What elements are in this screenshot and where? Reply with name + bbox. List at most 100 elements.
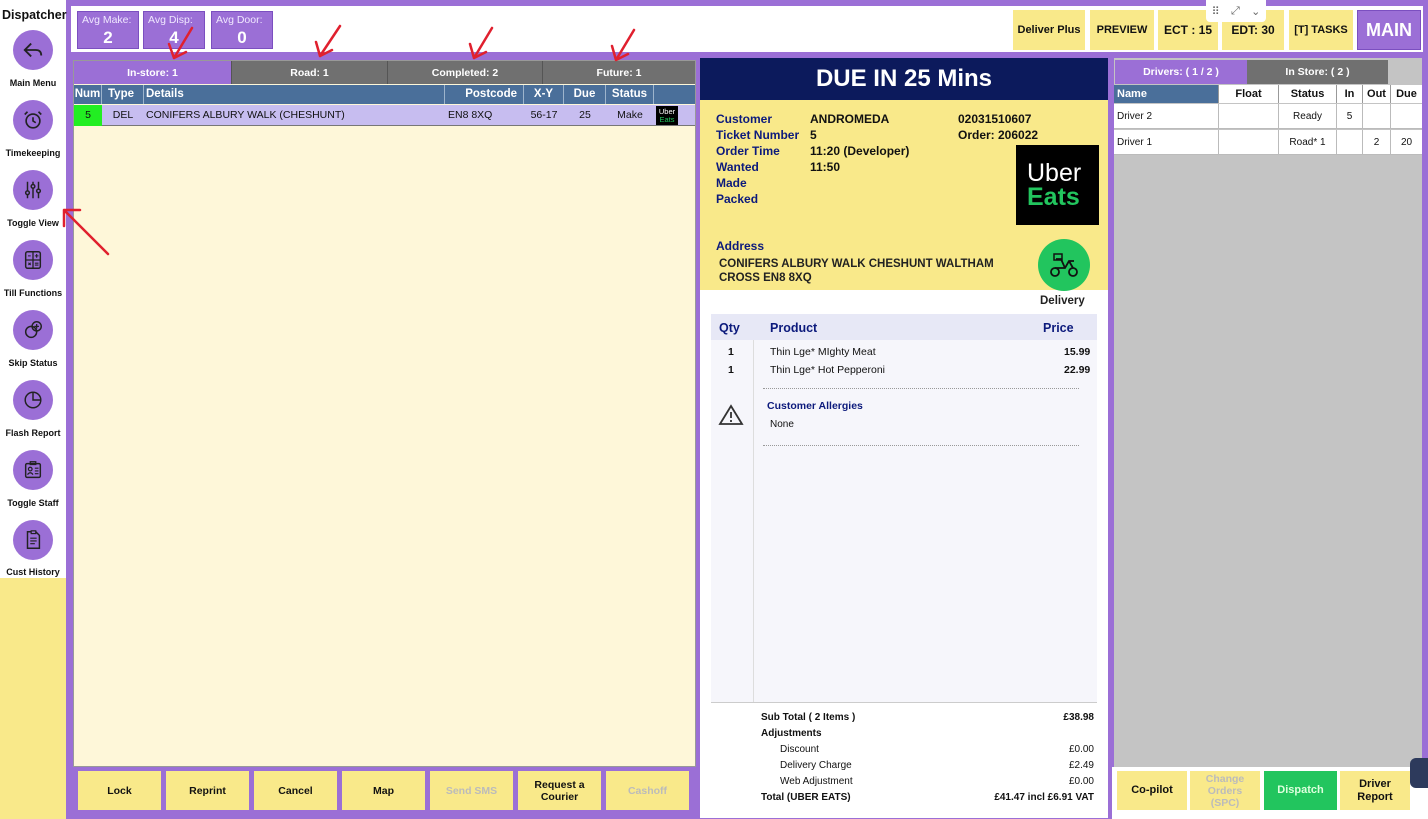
- delivery-label: Delivery: [1040, 295, 1085, 307]
- main-menu-label: Main Menu: [9, 78, 57, 88]
- tab-future[interactable]: Future: 1: [542, 61, 695, 84]
- main-menu-button[interactable]: [13, 30, 53, 70]
- reprint-button[interactable]: Reprint: [166, 771, 249, 810]
- order-totals: Sub Total ( 2 Items ) £38.98 Adjustments…: [711, 702, 1097, 812]
- copilot-button[interactable]: Co-pilot: [1117, 771, 1187, 810]
- cashoff-button[interactable]: Cashoff: [606, 771, 689, 810]
- sliders-icon: [24, 181, 42, 199]
- drivers-panel: Drivers: ( 1 / 2 ) In Store: ( 2 ) Name …: [1114, 58, 1422, 767]
- table-row[interactable]: 5 DEL CONIFERS ALBURY WALK (CHESHUNT) EN…: [74, 105, 695, 126]
- preview-button[interactable]: PREVIEW: [1090, 10, 1154, 50]
- till-functions-label: Till Functions: [3, 288, 63, 298]
- col-float[interactable]: Float: [1218, 85, 1278, 103]
- chevron-down-icon[interactable]: ⌄: [1251, 5, 1260, 18]
- qty-header: Qty: [719, 321, 740, 335]
- avg-make-value: 2: [103, 28, 113, 47]
- driver-report-button[interactable]: Driver Report: [1340, 771, 1410, 810]
- discount-value: £0.00: [1068, 744, 1094, 755]
- till-functions-button[interactable]: [13, 240, 53, 280]
- delivery-badge: [1038, 239, 1090, 291]
- order-details: CONIFERS ALBURY WALK (CHESHUNT): [146, 109, 345, 121]
- driver-report-line2: Report: [1357, 790, 1393, 803]
- delivery-charge-label: Delivery Charge: [780, 760, 852, 771]
- pie-chart-icon: [24, 391, 42, 409]
- tab-in-store-drivers[interactable]: In Store: ( 2 ): [1247, 60, 1388, 84]
- window-controls: ⠿ ⤢ ⌄: [1206, 0, 1266, 22]
- drag-handle-icon[interactable]: ⠿: [1212, 5, 1220, 18]
- dispatch-button[interactable]: Dispatch: [1264, 771, 1337, 810]
- col-due[interactable]: Due: [564, 85, 606, 104]
- change-orders-line1: Change: [1205, 772, 1245, 785]
- item-qty: 1: [728, 364, 734, 376]
- col-num[interactable]: Num: [74, 85, 102, 104]
- address-label: Address: [716, 239, 765, 253]
- toggle-staff-label: Toggle Staff: [7, 498, 59, 508]
- change-orders-line3: (SPC): [1210, 796, 1240, 809]
- driver-row[interactable]: Driver 1 Road* 1 2 20: [1114, 130, 1422, 155]
- uber-logo-text: Uber: [1027, 159, 1082, 187]
- tab-drivers[interactable]: Drivers: ( 1 / 2 ): [1115, 60, 1247, 84]
- cust-history-button[interactable]: [13, 520, 53, 560]
- product-header-label: Product: [770, 321, 818, 335]
- avg-disp-label: Avg Disp:: [148, 14, 193, 26]
- product-list: Qty Product Price 1 Thin Lge* MIghty Mea…: [711, 314, 1097, 704]
- order-due: 25: [579, 109, 591, 121]
- toggle-view-button[interactable]: [13, 170, 53, 210]
- driver-name: Driver 2: [1117, 111, 1153, 122]
- allergies-label: Customer Allergies: [767, 400, 863, 412]
- subtotal-value: £38.98: [1063, 712, 1094, 723]
- request-courier-button[interactable]: Request a Courier: [518, 771, 601, 810]
- col-out[interactable]: Out: [1362, 85, 1390, 103]
- col-status[interactable]: Status: [606, 85, 654, 104]
- map-button[interactable]: Map: [342, 771, 425, 810]
- order-num: 5: [74, 105, 102, 126]
- col-name[interactable]: Name: [1114, 85, 1218, 103]
- col-in[interactable]: In: [1336, 85, 1362, 103]
- lock-button[interactable]: Lock: [78, 771, 161, 810]
- cust-history-label: Cust History: [6, 567, 60, 577]
- subtotal-label: Sub Total ( 2 Items ): [761, 712, 856, 723]
- cancel-button[interactable]: Cancel: [254, 771, 337, 810]
- side-drawer-handle[interactable]: [1410, 758, 1428, 788]
- tasks-button[interactable]: [T] TASKS: [1289, 10, 1353, 50]
- col-driver-due[interactable]: Due: [1390, 85, 1422, 103]
- item-price: 15.99: [1064, 346, 1091, 358]
- change-orders-button[interactable]: Change Orders (SPC): [1190, 771, 1260, 810]
- driver-float: [1218, 130, 1278, 155]
- order-time: 11:20 (Developer): [810, 144, 910, 158]
- item-price: 22.99: [1064, 364, 1091, 376]
- skip-status-button[interactable]: [13, 310, 53, 350]
- item-name: Thin Lge* Hot Pepperoni: [770, 364, 885, 376]
- driver-in: [1336, 130, 1362, 155]
- main-button[interactable]: MAIN: [1357, 10, 1421, 50]
- customer-name: ANDROMEDA: [810, 112, 890, 126]
- driver-status: Ready: [1278, 104, 1336, 129]
- flash-report-label: Flash Report: [5, 428, 61, 438]
- ticket-number-label: Ticket Number: [716, 128, 800, 142]
- timekeeping-button[interactable]: [13, 100, 53, 140]
- address-line-1: CONIFERS ALBURY WALK CHESHUNT WALTHAM: [719, 258, 994, 270]
- flash-report-button[interactable]: [13, 380, 53, 420]
- expand-icon[interactable]: ⤢: [1231, 5, 1240, 18]
- col-details[interactable]: Details: [144, 85, 445, 104]
- warning-icon: [718, 404, 744, 425]
- avg-door-box: Avg Door: 0: [211, 11, 273, 49]
- driver-due: 20: [1390, 130, 1422, 155]
- document-icon: [26, 530, 41, 549]
- tab-road[interactable]: Road: 1: [231, 61, 387, 84]
- deliver-plus-button[interactable]: Deliver Plus: [1013, 10, 1085, 50]
- col-driver-status[interactable]: Status: [1278, 85, 1336, 103]
- send-sms-button[interactable]: Send SMS: [430, 771, 513, 810]
- tab-in-store[interactable]: In-store: 1: [74, 61, 231, 84]
- customer-label: Customer: [716, 112, 773, 126]
- tab-completed[interactable]: Completed: 2: [387, 61, 542, 84]
- col-type[interactable]: Type: [102, 85, 144, 104]
- driver-row[interactable]: Driver 2 Ready 5: [1114, 104, 1422, 129]
- col-postcode[interactable]: Postcode: [445, 85, 524, 104]
- skip-status-label: Skip Status: [8, 358, 58, 368]
- toggle-staff-button[interactable]: [13, 450, 53, 490]
- address-line-2: CROSS EN8 8XQ: [719, 272, 812, 284]
- orders-table-header: Num Type Details Postcode X-Y Due Status: [74, 85, 695, 104]
- avg-disp-value: 4: [169, 28, 179, 47]
- col-xy[interactable]: X-Y: [524, 85, 564, 104]
